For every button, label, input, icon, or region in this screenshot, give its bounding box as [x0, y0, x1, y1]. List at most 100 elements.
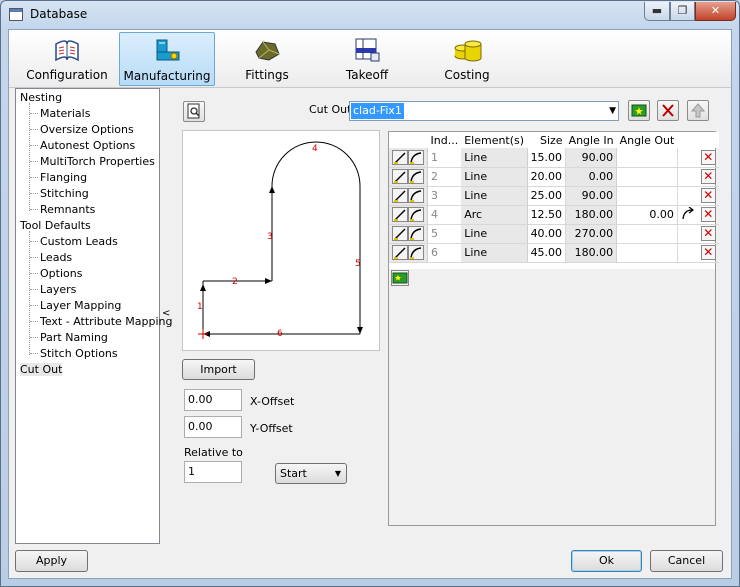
tree-item-stitching[interactable]: Stitching — [40, 187, 89, 200]
cell-element[interactable]: Line — [461, 243, 528, 263]
tree-item-multitorch-properties[interactable]: MultiTorch Properties — [40, 155, 155, 168]
cell-element[interactable]: Line — [461, 186, 528, 206]
tree-item-text-attribute-mapping[interactable]: Text - Attribute Mapping — [40, 315, 172, 328]
delete-row-icon[interactable]: ✕ — [700, 226, 716, 241]
cell-element[interactable]: Line — [461, 148, 528, 168]
cell-angle-in[interactable]: 180.00 — [565, 205, 618, 225]
tab-costing[interactable]: Costing — [419, 32, 515, 86]
tree-item-leads[interactable]: Leads — [40, 251, 72, 264]
import-button[interactable]: Import — [182, 359, 255, 380]
cell-size[interactable]: 25.00 — [527, 186, 567, 206]
tab-fittings[interactable]: Fittings — [219, 32, 315, 86]
cut-out-select[interactable]: clad-Fix1 ▼ — [349, 101, 619, 121]
tree-item-stitch-options[interactable]: Stitch Options — [40, 347, 118, 360]
tree-item-materials[interactable]: Materials — [40, 107, 90, 120]
tab-takeoff[interactable]: Takeoff — [319, 32, 415, 86]
tree-item-tool-defaults[interactable]: Tool Defaults — [20, 219, 91, 232]
arc-tool-icon[interactable] — [408, 207, 424, 222]
delete-row-icon[interactable]: ✕ — [700, 169, 716, 184]
add-cutout-button[interactable] — [628, 100, 650, 121]
arc-tool-icon[interactable] — [408, 245, 424, 260]
relative-to-field[interactable]: 1 — [184, 461, 242, 483]
cell-size[interactable]: 12.50 — [527, 205, 567, 225]
cell-size[interactable]: 40.00 — [527, 224, 567, 244]
move-up-button[interactable] — [687, 100, 709, 121]
tree-item-remnants[interactable]: Remnants — [40, 203, 95, 216]
tree-item-custom-leads[interactable]: Custom Leads — [40, 235, 118, 248]
delete-row-icon[interactable]: ✕ — [700, 245, 716, 260]
cell-angle-out[interactable]: 0.00 — [616, 205, 678, 225]
arc-tool-icon[interactable] — [408, 226, 424, 241]
x-offset-field[interactable]: 0.00 — [184, 389, 242, 411]
arc-direction-icon[interactable] — [681, 206, 695, 220]
cell-size[interactable]: 45.00 — [527, 243, 567, 263]
arc-tool-icon[interactable] — [408, 149, 424, 165]
col-angle-out[interactable]: Angle Out — [616, 132, 678, 148]
tree-item-layers[interactable]: Layers — [40, 283, 76, 296]
tree-item-cut-out[interactable]: Cut Out — [20, 363, 63, 376]
tree-item-part-naming[interactable]: Part Naming — [40, 331, 108, 344]
tree-item-oversize-options[interactable]: Oversize Options — [40, 123, 134, 136]
tab-manufacturing[interactable]: Manufacturing — [119, 32, 215, 86]
table-row[interactable]: 3 Line 25.00 90.00 ✕ — [389, 186, 719, 206]
line-tool-icon[interactable] — [392, 188, 408, 203]
y-offset-field[interactable]: 0.00 — [184, 416, 242, 438]
cell-angle-out[interactable] — [616, 243, 678, 263]
minimize-button[interactable]: ▬ — [644, 2, 670, 21]
cell-size[interactable]: 20.00 — [527, 167, 567, 187]
line-tool-icon[interactable] — [392, 226, 408, 241]
line-tool-icon[interactable] — [392, 149, 408, 165]
line-tool-icon[interactable] — [392, 245, 408, 260]
preview-zoom-button[interactable] — [183, 101, 205, 122]
page-zoom-icon — [187, 103, 200, 119]
table-row[interactable]: 2 Line 20.00 0.00 ✕ — [389, 167, 719, 187]
delete-row-icon[interactable]: ✕ — [700, 149, 716, 165]
cell-angle-in[interactable]: 90.00 — [565, 148, 618, 168]
cell-angle-in[interactable]: 0.00 — [565, 167, 618, 187]
add-element-button[interactable] — [391, 270, 409, 286]
delete-row-icon[interactable]: ✕ — [700, 207, 716, 222]
collapse-panel-arrow[interactable]: < — [162, 308, 170, 319]
tree-item-flanging[interactable]: Flanging — [40, 171, 87, 184]
elements-grid[interactable]: Ind... Element(s) Size Angle In Angle Ou… — [388, 131, 719, 526]
delete-row-icon[interactable]: ✕ — [700, 188, 716, 203]
dialog-client-area: Configuration Manufacturing Fittings Tak… — [8, 29, 732, 579]
line-tool-icon[interactable] — [392, 169, 408, 184]
cell-delete: ✕ — [697, 167, 719, 187]
tree-item-autonest-options[interactable]: Autonest Options — [40, 139, 135, 152]
cell-angle-in[interactable]: 90.00 — [565, 186, 618, 206]
cell-element[interactable]: Arc — [461, 205, 528, 225]
tree-item-layer-mapping[interactable]: Layer Mapping — [40, 299, 121, 312]
col-size[interactable]: Size — [527, 132, 566, 148]
tab-configuration[interactable]: Configuration — [19, 32, 115, 86]
cell-element[interactable]: Line — [461, 224, 528, 244]
cancel-button[interactable]: Cancel — [650, 550, 723, 572]
line-tool-icon[interactable] — [392, 207, 408, 222]
delete-cutout-button[interactable] — [657, 100, 679, 121]
cell-element[interactable]: Line — [461, 167, 528, 187]
table-row[interactable]: 4 Arc 12.50 180.00 0.00 ✕ — [389, 205, 719, 225]
settings-tree[interactable]: Nesting Materials Oversize Options Auton… — [15, 88, 172, 544]
close-button[interactable]: ✕ — [695, 2, 736, 21]
apply-button[interactable]: Apply — [15, 550, 88, 572]
tree-item-options[interactable]: Options — [40, 267, 82, 280]
restore-button[interactable]: ❐ — [670, 2, 695, 21]
table-row[interactable]: 5 Line 40.00 270.00 ✕ — [389, 224, 719, 244]
col-angle-in[interactable]: Angle In — [565, 132, 617, 148]
start-select[interactable]: Start ▼ — [275, 463, 347, 484]
tree-item-nesting[interactable]: Nesting — [20, 91, 62, 104]
table-row[interactable]: 6 Line 45.00 180.00 ✕ — [389, 243, 719, 263]
cell-angle-out[interactable] — [616, 148, 678, 168]
arc-tool-icon[interactable] — [408, 169, 424, 184]
cell-size[interactable]: 15.00 — [527, 148, 567, 168]
cell-angle-in[interactable]: 180.00 — [565, 243, 618, 263]
cell-angle-out[interactable] — [616, 186, 678, 206]
col-elements[interactable]: Element(s) — [461, 132, 528, 148]
table-row[interactable]: 1 Line 15.00 90.00 ✕ — [389, 148, 719, 168]
cell-angle-out[interactable] — [616, 224, 678, 244]
arc-tool-icon[interactable] — [408, 188, 424, 203]
col-index[interactable]: Ind... — [427, 132, 462, 148]
ok-button[interactable]: Ok — [571, 550, 642, 572]
cell-angle-out[interactable] — [616, 167, 678, 187]
cell-angle-in[interactable]: 270.00 — [565, 224, 618, 244]
